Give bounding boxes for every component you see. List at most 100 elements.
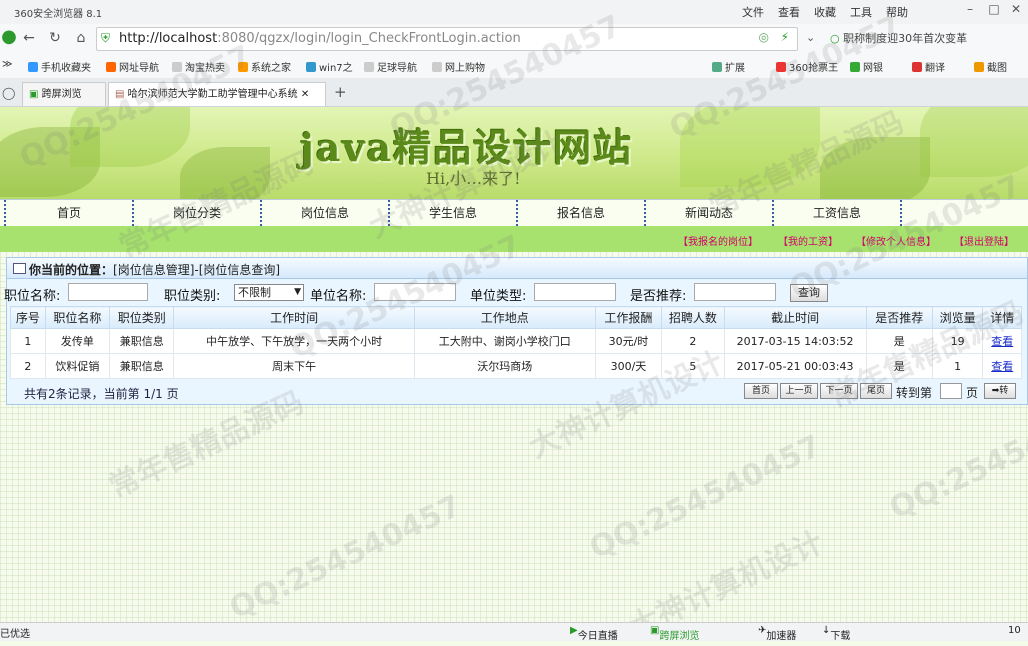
back-icon[interactable]: ←	[20, 30, 38, 48]
bookmark-item[interactable]: 足球导航	[364, 59, 417, 74]
extension-item[interactable]: 翻译	[912, 59, 945, 74]
link-my-signups[interactable]: 【我报名的岗位】	[678, 233, 758, 248]
cell-job-name: 发传单	[44, 328, 111, 354]
cell-index: 2	[10, 353, 46, 379]
table-row: 1 发传单 兼职信息 中午放学、下午放学，一天两个小时 工大附中、谢岗小学校门口…	[10, 328, 1022, 354]
shield-icon: ⛨	[101, 31, 111, 45]
cell-headcount: 2	[661, 328, 725, 354]
cell-recommended: 是	[865, 353, 933, 379]
home-icon[interactable]: ⌂	[72, 30, 90, 48]
extension-item[interactable]: 360抢票王	[776, 59, 838, 74]
last-page-button[interactable]: 尾页	[860, 383, 892, 399]
nav-salary[interactable]: 工资信息	[772, 200, 900, 226]
query-button[interactable]: 查询	[790, 284, 828, 302]
reload-icon[interactable]: ↻	[46, 30, 64, 48]
cell-index: 1	[10, 328, 46, 354]
col-header: 职位类别	[109, 306, 175, 329]
prev-page-button[interactable]: 上一页	[780, 383, 818, 399]
menu-tools[interactable]: 工具	[850, 6, 872, 19]
site-subtitle: Hi,小…来了!	[426, 169, 521, 188]
close-window-icon[interactable]: ✕	[1004, 2, 1028, 20]
lightning-icon[interactable]: ⚡	[781, 30, 789, 44]
minimize-icon[interactable]: –	[958, 2, 982, 20]
restore-tab-icon[interactable]: ◯	[2, 86, 15, 100]
nav-divider	[900, 200, 902, 226]
tab-cross-screen[interactable]: ▣ 跨屏浏览	[22, 82, 106, 106]
link-my-salary[interactable]: 【我的工资】	[778, 233, 838, 248]
page-number-input[interactable]	[940, 383, 962, 399]
chevron-down-icon: ▼	[294, 287, 301, 297]
cell-work-place: 工大附中、谢岗小学校门口	[413, 328, 596, 354]
cell-job-type: 兼职信息	[109, 353, 175, 379]
site-title: java精品设计网站	[300, 125, 634, 170]
address-bar[interactable]: ⛨ http://localhost:8080/qgzx/login/login…	[96, 27, 798, 51]
status-download[interactable]: ↓ 下载	[822, 625, 850, 642]
close-tab-icon[interactable]: ✕	[301, 89, 309, 100]
go-button[interactable]: ➡转	[984, 383, 1016, 399]
status-zoom[interactable]: 10	[1008, 625, 1021, 636]
nav-news[interactable]: 新闻动态	[644, 200, 772, 226]
search-box[interactable]: ○ 职称制度迎30年首次变革	[826, 27, 1026, 49]
compat-icon[interactable]: ◎	[759, 30, 769, 44]
menu-view[interactable]: 查看	[778, 6, 800, 19]
unit-type-label: 单位类型:	[470, 289, 527, 304]
cell-pay: 30元/时	[594, 328, 663, 354]
job-name-input[interactable]	[68, 283, 148, 301]
extension-item[interactable]: 网银	[850, 59, 883, 74]
record-count: 共有2条记录，当前第 1/1 页	[24, 387, 179, 401]
cell-deadline: 2017-05-21 00:03:43	[723, 353, 867, 379]
cell-recommended: 是	[865, 328, 933, 354]
menu-help[interactable]: 帮助	[886, 6, 908, 19]
nav-job-info[interactable]: 岗位信息	[260, 200, 388, 226]
tab-current[interactable]: ▤ 哈尔滨师范大学勤工助学管理中心系统 ✕	[108, 82, 326, 106]
first-page-button[interactable]: 首页	[744, 383, 778, 399]
bookmark-item[interactable]: 淘宝热卖	[172, 59, 225, 74]
nav-home[interactable]: 首页	[4, 200, 132, 226]
status-cross-screen[interactable]: ▣ 跨屏浏览	[650, 625, 699, 642]
pagination: 共有2条记录，当前第 1/1 页 首页 上一页 下一页 尾页 转到第 页 ➡转	[10, 383, 1026, 401]
browser-titlebar: 360安全浏览器 8.1 文件 查看 收藏 工具 帮助 – □ ✕	[0, 0, 1028, 24]
menu-favorites[interactable]: 收藏	[814, 6, 836, 19]
status-accelerator[interactable]: ✈ 加速器	[758, 625, 796, 642]
panel-header: 你当前的位置：[岗位信息管理]-[岗位信息查询]	[7, 258, 1027, 279]
link-edit-profile[interactable]: 【修改个人信息】	[856, 233, 936, 248]
col-header: 招聘人数	[661, 306, 725, 329]
window-icon	[13, 263, 26, 274]
col-header: 工作报酬	[594, 306, 663, 329]
nav-job-category[interactable]: 岗位分类	[132, 200, 260, 226]
view-detail-link[interactable]: 查看	[991, 335, 1013, 348]
bookmarks-expand-icon[interactable]: ≫	[2, 59, 12, 70]
cell-work-time: 中午放学、下午放学，一天两个小时	[173, 328, 415, 354]
bookmark-item[interactable]: 网上购物	[432, 59, 485, 74]
link-logout[interactable]: 【退出登陆】	[954, 233, 1014, 248]
cell-pay: 300/天	[594, 353, 663, 379]
search-suggestion: ○ 职称制度迎30年首次变革	[830, 32, 968, 45]
nav-signup-info[interactable]: 报名信息	[516, 200, 644, 226]
extension-item[interactable]: 扩展	[712, 59, 745, 74]
maximize-icon[interactable]: □	[982, 2, 1006, 20]
bookmark-item[interactable]: 手机收藏夹	[28, 59, 91, 74]
unit-name-input[interactable]	[374, 283, 456, 301]
unit-type-input[interactable]	[534, 283, 616, 301]
bookmark-item[interactable]: 网址导航	[106, 59, 159, 74]
col-header: 职位名称	[44, 306, 111, 329]
nav-student-info[interactable]: 学生信息	[388, 200, 516, 226]
view-detail-link[interactable]: 查看	[991, 360, 1013, 373]
cell-work-time: 周末下午	[173, 353, 415, 379]
extension-item[interactable]: 截图	[974, 59, 1007, 74]
cell-job-name: 饮料促销	[44, 353, 111, 379]
cell-work-place: 沃尔玛商场	[413, 353, 596, 379]
chevron-down-icon[interactable]: ⌄	[806, 31, 815, 44]
recommend-input[interactable]	[694, 283, 776, 301]
browser-menu: 文件 查看 收藏 工具 帮助	[728, 4, 908, 20]
status-live[interactable]: ▶ 今日直播	[570, 625, 618, 642]
menu-file[interactable]: 文件	[742, 6, 764, 19]
search-icon: ○	[830, 32, 840, 45]
new-tab-button[interactable]: +	[334, 83, 347, 101]
job-type-select[interactable]: 不限制 ▼	[234, 284, 304, 301]
col-header: 序号	[10, 306, 46, 329]
cell-job-type: 兼职信息	[109, 328, 175, 354]
bookmark-item[interactable]: 系统之家	[238, 59, 291, 74]
next-page-button[interactable]: 下一页	[820, 383, 858, 399]
bookmark-item[interactable]: win7之	[306, 59, 353, 74]
